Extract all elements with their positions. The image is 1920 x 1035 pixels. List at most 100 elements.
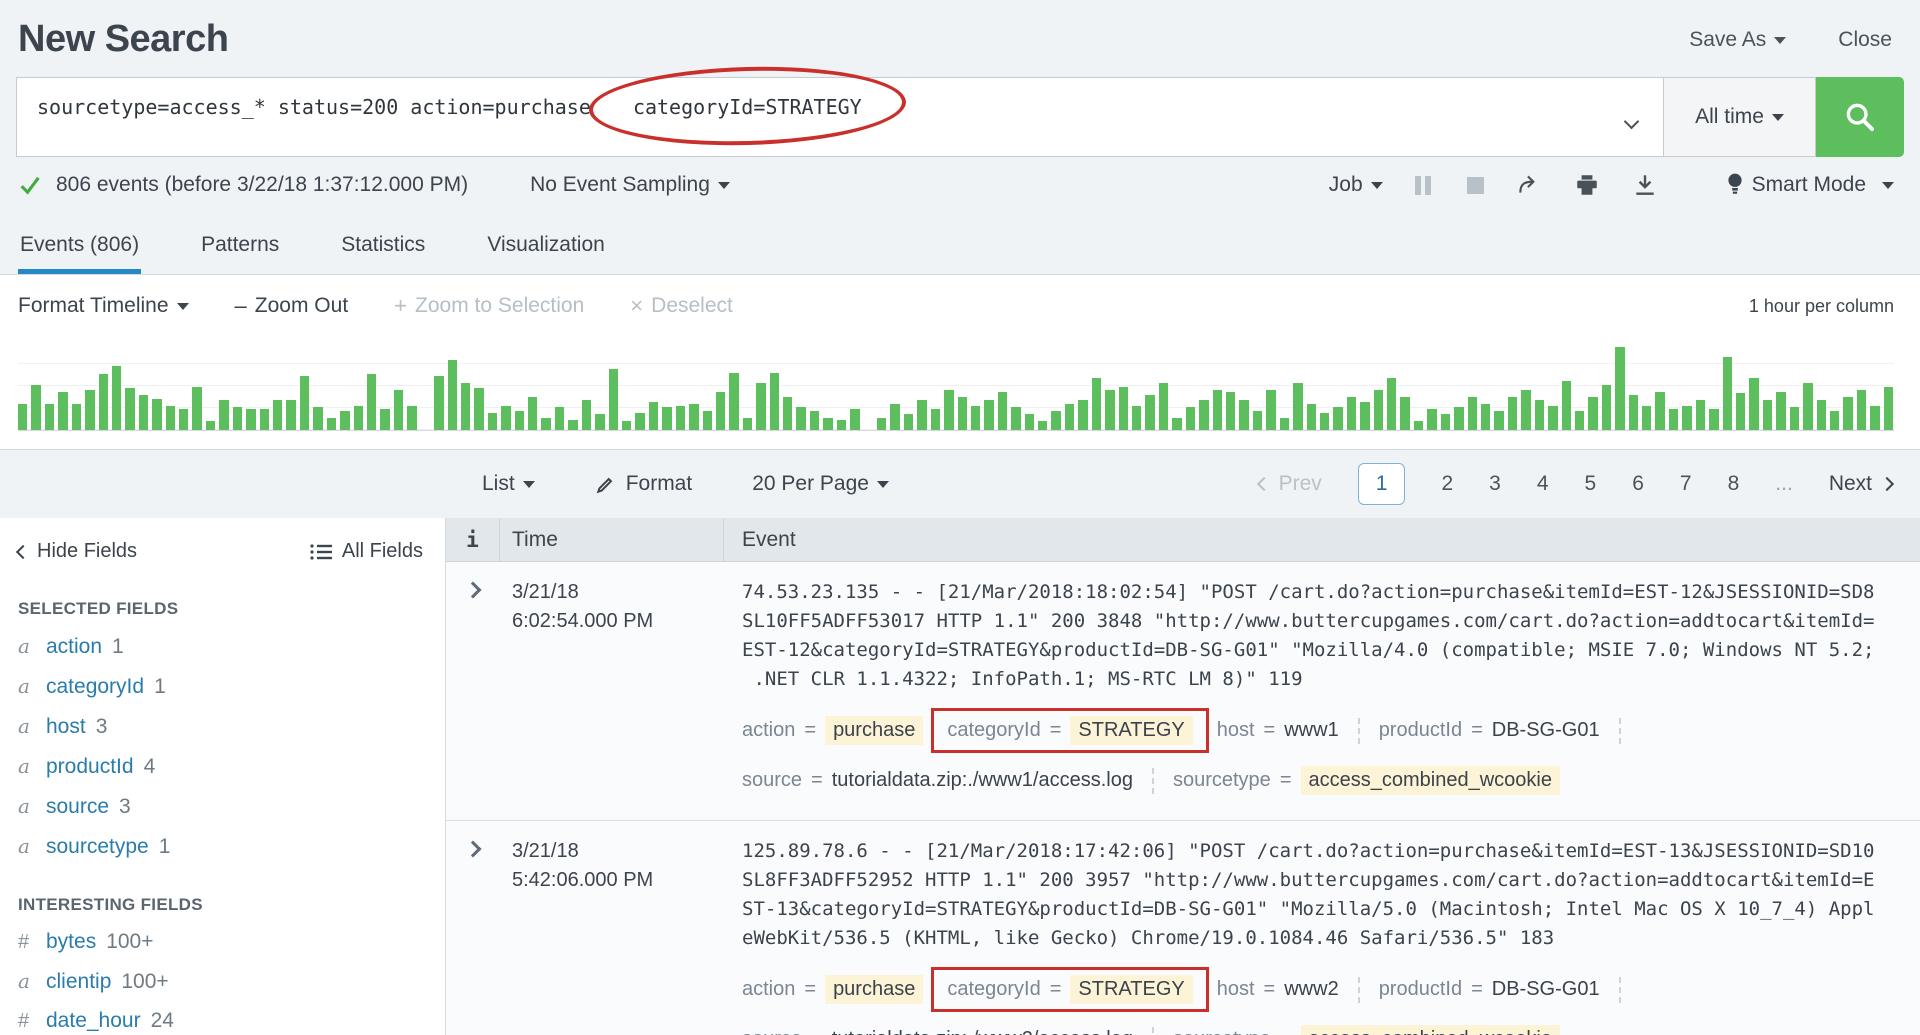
timeline-bar[interactable] <box>233 407 242 430</box>
timeline-bar[interactable] <box>823 418 832 430</box>
timeline-bar[interactable] <box>1843 397 1852 430</box>
page-button-4[interactable]: 4 <box>1537 472 1549 496</box>
tab-events-806[interactable]: Events (806) <box>18 221 141 274</box>
timeline-bar[interactable] <box>1588 397 1597 430</box>
timeline-bar[interactable] <box>958 397 967 430</box>
time-range-picker[interactable]: All time <box>1664 77 1816 157</box>
deselect-button[interactable]: ×Deselect <box>630 293 733 319</box>
timeline-bar[interactable] <box>327 418 336 430</box>
page-button-8[interactable]: 8 <box>1728 472 1740 496</box>
timeline-bar[interactable] <box>555 407 564 430</box>
zoom-to-selection-button[interactable]: +Zoom to Selection <box>394 293 584 319</box>
timeline-bar[interactable] <box>474 388 483 430</box>
event-field-action[interactable]: action=purchase <box>742 975 923 1004</box>
timeline-bar[interactable] <box>729 373 738 430</box>
timeline-bar[interactable] <box>1132 406 1141 430</box>
timeline-bar[interactable] <box>246 409 255 430</box>
timeline-bar[interactable] <box>367 374 376 430</box>
format-timeline-menu[interactable]: Format Timeline <box>18 294 189 318</box>
timeline-bar[interactable] <box>1468 397 1477 430</box>
timeline-bar[interactable] <box>716 392 725 430</box>
timeline-bar[interactable] <box>354 406 363 430</box>
event-field-source[interactable]: source=tutorialdata.zip:./www1/access.lo… <box>742 769 1133 792</box>
timeline-bar[interactable] <box>313 407 322 430</box>
field-sourcetype[interactable]: asourcetype1 <box>18 834 423 859</box>
timeline-bar[interactable] <box>1159 383 1168 430</box>
timeline-bar[interactable] <box>1723 357 1732 430</box>
timeline-bar[interactable] <box>1602 385 1611 430</box>
stop-icon[interactable] <box>1467 177 1484 194</box>
timeline-bar[interactable] <box>622 421 631 430</box>
timeline-bar[interactable] <box>1145 395 1154 430</box>
format-results-menu[interactable]: Format <box>595 472 693 496</box>
timeline-bar[interactable] <box>1266 390 1275 430</box>
timeline-bar[interactable] <box>1414 421 1423 430</box>
event-field-sourcetype[interactable]: sourcetype=access_combined_wcookie <box>1173 766 1560 795</box>
timeline-bar[interactable] <box>219 400 228 430</box>
all-fields-button[interactable]: All Fields <box>309 540 423 563</box>
timeline-bar[interactable] <box>1374 390 1383 430</box>
page-button-5[interactable]: 5 <box>1585 472 1597 496</box>
timeline-bar[interactable] <box>1884 387 1893 431</box>
timeline-bar[interactable] <box>944 390 953 430</box>
timeline-bar[interactable] <box>72 404 81 430</box>
event-field-source[interactable]: source=tutorialdata.zip:./www2/access.lo… <box>742 1028 1133 1035</box>
event-field-sourcetype[interactable]: sourcetype=access_combined_wcookie <box>1173 1025 1560 1035</box>
timeline-bar[interactable] <box>1320 413 1329 430</box>
event-field-action[interactable]: action=purchase <box>742 716 923 745</box>
timeline-bar[interactable] <box>1870 406 1879 430</box>
timeline-bar[interactable] <box>501 406 510 430</box>
per-page-menu[interactable]: 20 Per Page <box>752 472 889 496</box>
field-categoryId[interactable]: acategoryId1 <box>18 674 423 699</box>
timeline-bar[interactable] <box>407 406 416 430</box>
timeline-bar[interactable] <box>1226 392 1235 430</box>
timeline-bar[interactable] <box>743 418 752 430</box>
list-view-menu[interactable]: List <box>482 472 535 496</box>
timeline-bar[interactable] <box>1172 418 1181 430</box>
search-input[interactable]: sourcetype=access_* status=200 action=pu… <box>16 77 1664 157</box>
timeline-bar[interactable] <box>1307 404 1316 430</box>
timeline-bar[interactable] <box>1535 400 1544 430</box>
print-icon[interactable] <box>1574 172 1600 198</box>
timeline-bar[interactable] <box>984 400 993 430</box>
timeline-bar[interactable] <box>18 404 27 430</box>
timeline-bar[interactable] <box>877 418 886 430</box>
timeline-bar[interactable] <box>461 383 470 430</box>
timeline-bar[interactable] <box>582 400 591 430</box>
timeline-bar[interactable] <box>917 400 926 430</box>
timeline-bar[interactable] <box>890 404 899 430</box>
timeline-bar[interactable] <box>1293 383 1302 430</box>
page-button-2[interactable]: 2 <box>1441 472 1453 496</box>
timeline-bar[interactable] <box>904 414 913 430</box>
timeline-bar[interactable] <box>1803 383 1812 430</box>
event-field-categoryId-red-annotation[interactable]: categoryId=STRATEGY <box>931 967 1208 1012</box>
timeline-bar[interactable] <box>1481 404 1490 430</box>
event-timestamp[interactable]: 3/21/186:02:54.000 PM <box>500 578 724 808</box>
timeline-bar[interactable] <box>689 404 698 430</box>
timeline-bar[interactable] <box>1280 418 1289 430</box>
timeline-bar[interactable] <box>971 406 980 430</box>
timeline-bar[interactable] <box>1333 407 1342 430</box>
event-field-host[interactable]: host=www2 <box>1217 978 1339 1001</box>
timeline-bar[interactable] <box>931 409 940 430</box>
timeline-bar[interactable] <box>58 392 67 430</box>
timeline-bar[interactable] <box>1119 387 1128 431</box>
timeline-bar[interactable] <box>528 397 537 430</box>
timeline-bar[interactable] <box>756 383 765 430</box>
timeline-bar[interactable] <box>1830 411 1839 430</box>
timeline-bar[interactable] <box>837 420 846 430</box>
timeline-bar[interactable] <box>1790 407 1799 430</box>
field-host[interactable]: ahost3 <box>18 714 423 739</box>
event-timeline-histogram[interactable] <box>18 343 1894 431</box>
page-button-1[interactable]: 1 <box>1358 463 1406 505</box>
timeline-bar[interactable] <box>1655 392 1664 430</box>
timeline-bar[interactable] <box>192 387 201 431</box>
timeline-bar[interactable] <box>340 411 349 430</box>
timeline-bar[interactable] <box>394 390 403 430</box>
event-sampling-menu[interactable]: No Event Sampling <box>530 173 730 197</box>
timeline-bar[interactable] <box>568 420 577 430</box>
timeline-bar[interactable] <box>635 413 644 430</box>
timeline-bar[interactable] <box>1253 411 1262 430</box>
timeline-bar[interactable] <box>286 400 295 430</box>
timeline-bar[interactable] <box>1360 402 1369 430</box>
